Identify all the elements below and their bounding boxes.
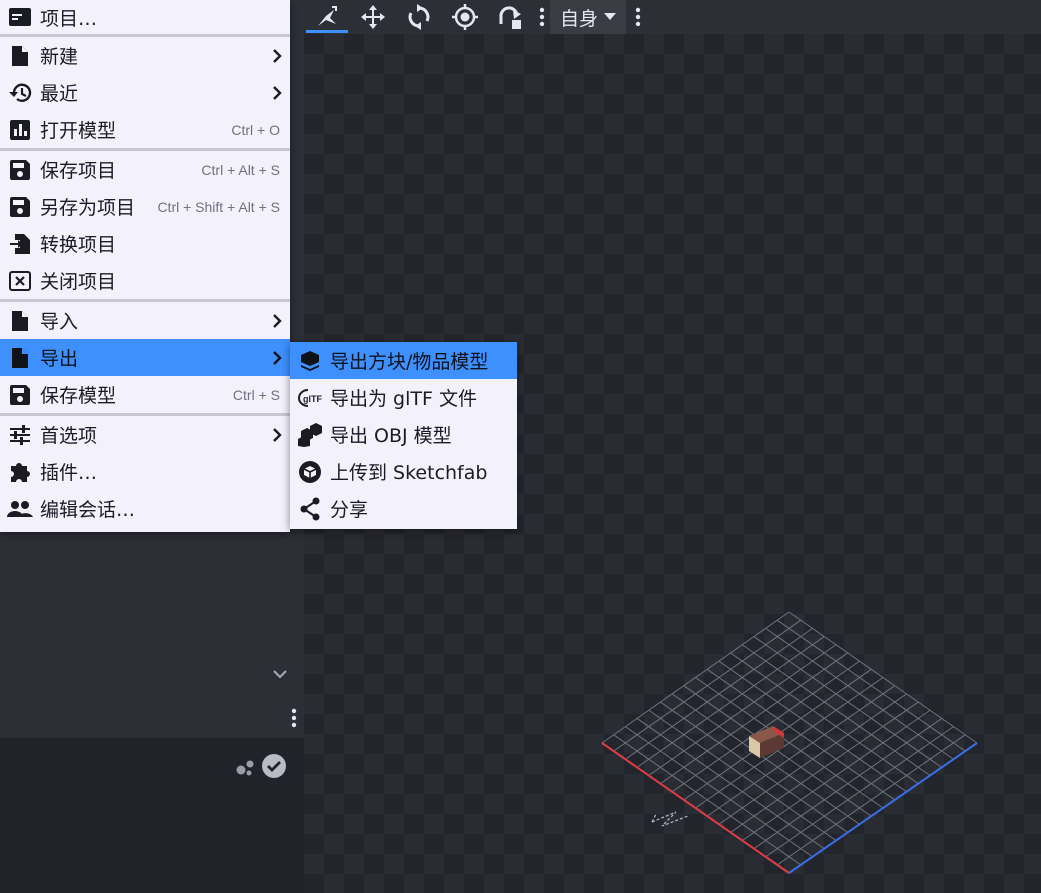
- shortcut-label: Ctrl + S: [232, 386, 280, 403]
- bar-chart-icon: [0, 111, 40, 148]
- chevron-right-icon: [264, 350, 290, 365]
- shortcut-label: Ctrl + Alt + S: [201, 161, 280, 178]
- shortcut-label: Ctrl + O: [231, 121, 280, 138]
- menu-item-label: 另存为项目: [40, 197, 136, 219]
- status-panel: [0, 738, 304, 893]
- chevron-right-icon: [264, 85, 290, 100]
- menu-item-recent[interactable]: 最近: [0, 74, 290, 111]
- pivot-tool-icon: [318, 6, 337, 26]
- menu-item-import[interactable]: 导入: [0, 302, 290, 339]
- model-cube[interactable]: [749, 726, 784, 758]
- more-vertical-icon: [635, 7, 641, 27]
- menu-item-label: 首选项: [40, 425, 98, 447]
- caret-down-icon: [604, 13, 617, 20]
- menu-item-export[interactable]: 导出: [0, 339, 290, 376]
- transform-space-value: 自身: [560, 7, 599, 30]
- export-submenu: 导出方块/物品模型 glTF 导出为 glTF 文件 导出 OBJ 模型 上传到…: [290, 342, 517, 529]
- puzzle-icon: [0, 453, 40, 490]
- share-icon: [290, 490, 330, 527]
- menu-item-save-project-as[interactable]: 另存为项目 Ctrl + Shift + Alt + S: [0, 188, 290, 225]
- menu-item-settings[interactable]: 首选项: [0, 416, 290, 453]
- more-vertical-icon: [539, 7, 545, 27]
- menu-item-export-gltf[interactable]: glTF 导出为 glTF 文件: [290, 379, 517, 416]
- cubes-icon: [290, 416, 330, 453]
- stacked-cube-icon: [290, 342, 330, 379]
- more-vertical-icon[interactable]: [291, 708, 297, 728]
- menu-item-project[interactable]: 项目…: [0, 0, 290, 34]
- file-icon: [0, 37, 40, 74]
- chevron-right-icon: [264, 313, 290, 328]
- menu-item-label: 转换项目: [40, 234, 117, 256]
- rotate-tool-icon: [408, 4, 430, 30]
- menu-item-export-obj[interactable]: 导出 OBJ 模型: [290, 416, 517, 453]
- people-icon: [0, 490, 40, 527]
- compass-marker: [651, 811, 689, 827]
- gltf-logo-text: glTF: [303, 394, 322, 404]
- menu-item-label: 上传到 Sketchfab: [330, 462, 488, 484]
- menu-item-label: 导出 OBJ 模型: [330, 425, 452, 447]
- bubbles-icon: [236, 760, 254, 776]
- vertex-snap-icon: [499, 6, 521, 29]
- file-menu: 项目… 新建 最近 打开模型 Ctrl + O 保存项目 Ctrl + Alt …: [0, 0, 290, 532]
- project-window-icon: [0, 0, 40, 36]
- rotate-tool-button[interactable]: [396, 0, 442, 34]
- menu-item-plugins[interactable]: 插件…: [0, 453, 290, 490]
- menu-item-label: 打开模型: [40, 120, 117, 142]
- menu-item-label: 分享: [330, 499, 369, 521]
- menu-item-close-project[interactable]: 关闭项目: [0, 262, 290, 299]
- menu-item-label: 保存模型: [40, 385, 117, 407]
- file-icon: [0, 302, 40, 339]
- origin-tool-button[interactable]: [442, 0, 488, 34]
- move-tool-icon: [361, 5, 385, 29]
- menu-item-label: 导出: [40, 348, 79, 370]
- save-icon: [0, 376, 40, 413]
- origin-tool-icon: [452, 4, 478, 30]
- menu-item-convert-project[interactable]: 转换项目: [0, 225, 290, 262]
- menu-item-label: 新建: [40, 46, 79, 68]
- file-icon: [0, 339, 40, 376]
- chevron-down-icon[interactable]: [272, 668, 288, 680]
- sketchfab-icon: [290, 453, 330, 490]
- menu-item-label: 导出为 glTF 文件: [330, 388, 477, 410]
- transform-space-select[interactable]: 自身: [550, 0, 627, 34]
- check-circle-icon: [262, 754, 286, 778]
- shortcut-label: Ctrl + Shift + Alt + S: [157, 198, 280, 215]
- menu-item-new[interactable]: 新建: [0, 37, 290, 74]
- menu-item-save-project[interactable]: 保存项目 Ctrl + Alt + S: [0, 151, 290, 188]
- menu-item-label: 项目…: [40, 7, 98, 30]
- gltf-logo-icon: glTF: [290, 379, 330, 416]
- pivot-tool-button[interactable]: [304, 0, 350, 34]
- menu-item-share[interactable]: 分享: [290, 490, 517, 527]
- tool-options-button[interactable]: [534, 0, 550, 34]
- viewport-toolbar: 自身: [290, 0, 1041, 34]
- menu-item-label: 最近: [40, 83, 79, 105]
- menu-item-label: 插件…: [40, 462, 98, 484]
- menu-item-open-model[interactable]: 打开模型 Ctrl + O: [0, 111, 290, 148]
- menu-item-label: 保存项目: [40, 160, 117, 182]
- menu-item-label: 编辑会话…: [40, 499, 136, 521]
- history-icon: [0, 74, 40, 111]
- menu-item-label: 导入: [40, 311, 79, 333]
- menu-item-label: 关闭项目: [40, 271, 117, 293]
- menu-item-label: 导出方块/物品模型: [330, 351, 489, 373]
- close-box-icon: [0, 262, 40, 299]
- menu-item-edit-session[interactable]: 编辑会话…: [0, 490, 290, 527]
- vertex-snap-button[interactable]: [488, 0, 534, 34]
- menu-item-export-block-item[interactable]: 导出方块/物品模型: [290, 342, 517, 379]
- chevron-right-icon: [264, 48, 290, 63]
- move-tool-button[interactable]: [350, 0, 396, 34]
- save-icon: [0, 151, 40, 188]
- chevron-right-icon: [264, 427, 290, 442]
- file-import-icon: [0, 225, 40, 262]
- menu-item-save-model[interactable]: 保存模型 Ctrl + S: [0, 376, 290, 413]
- toolbar-more-button[interactable]: [630, 0, 646, 34]
- tune-icon: [0, 416, 40, 453]
- save-icon: [0, 188, 40, 225]
- menu-item-upload-sketchfab[interactable]: 上传到 Sketchfab: [290, 453, 517, 490]
